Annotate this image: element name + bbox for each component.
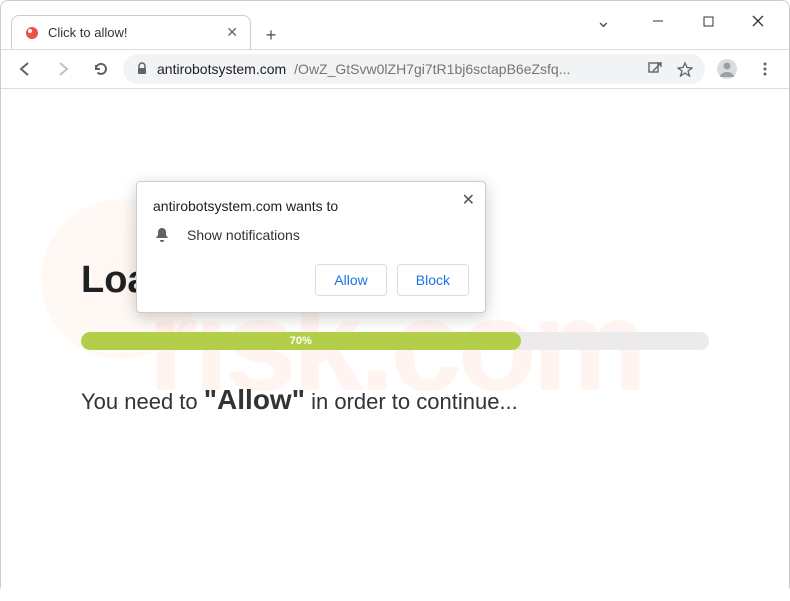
tab-close-button[interactable]: ✕ [226, 24, 238, 41]
bookmark-icon[interactable] [677, 61, 693, 77]
url-path: /OwZ_GtSvw0lZH7gi7tR1bj6sctapB6eZsfq... [294, 61, 570, 77]
page-content: risk.com ✕ antirobotsystem.com wants to … [1, 89, 789, 601]
back-button[interactable] [9, 53, 41, 85]
reload-button[interactable] [85, 53, 117, 85]
instruction-prefix: You need to [81, 389, 204, 414]
share-icon[interactable] [647, 61, 663, 77]
notification-permission-dialog: ✕ antirobotsystem.com wants to Show noti… [136, 181, 486, 313]
reload-icon [92, 60, 110, 78]
permission-origin: antirobotsystem.com wants to [153, 198, 469, 214]
forward-button[interactable] [47, 53, 79, 85]
permission-button-row: Allow Block [153, 264, 469, 296]
bell-icon [153, 226, 171, 244]
browser-tab[interactable]: Click to allow! ✕ [11, 15, 251, 49]
progress-fill: 70% [81, 332, 521, 350]
permission-row: Show notifications [153, 226, 469, 244]
new-tab-button[interactable]: + [257, 21, 285, 49]
address-bar[interactable]: antirobotsystem.com/OwZ_GtSvw0lZH7gi7tR1… [123, 54, 705, 84]
favicon-icon [24, 25, 40, 41]
arrow-left-icon [16, 60, 34, 78]
menu-button[interactable] [749, 53, 781, 85]
url-domain: antirobotsystem.com [157, 61, 286, 77]
profile-button[interactable] [711, 53, 743, 85]
kebab-icon [757, 61, 773, 77]
avatar-icon [716, 58, 738, 80]
allow-button[interactable]: Allow [315, 264, 386, 296]
block-button[interactable]: Block [397, 264, 469, 296]
lock-icon [135, 62, 149, 76]
instruction-text: You need to "Allow" in order to continue… [81, 384, 709, 416]
instruction-quote: "Allow" [204, 384, 305, 415]
tab-strip: Click to allow! ✕ + [1, 11, 789, 49]
tab-title: Click to allow! [48, 25, 127, 40]
browser-toolbar: antirobotsystem.com/OwZ_GtSvw0lZH7gi7tR1… [1, 49, 789, 89]
permission-label: Show notifications [187, 227, 300, 243]
instruction-suffix: in order to continue... [305, 389, 518, 414]
progress-bar: 70% [81, 332, 709, 350]
dialog-close-button[interactable]: ✕ [462, 190, 475, 210]
progress-label: 70% [290, 335, 312, 347]
arrow-right-icon [54, 60, 72, 78]
